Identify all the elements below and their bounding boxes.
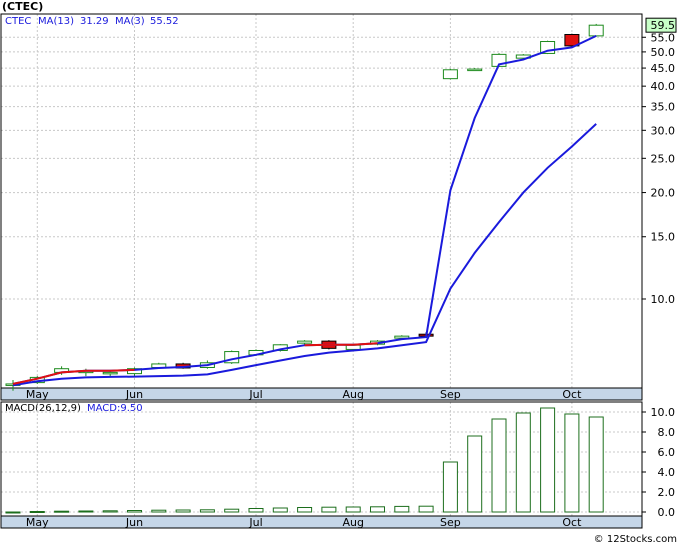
macd-month-label: May <box>26 516 49 529</box>
macd-bar <box>175 509 191 513</box>
price-grid <box>1 14 642 388</box>
price-tick-label: 35.0 <box>651 101 676 114</box>
macd-bar <box>442 461 458 513</box>
macd-bar <box>540 407 556 513</box>
chart-svg: (CTEC) CTEC MA(13) 31.29 MA(3) 55.52 May… <box>0 0 677 545</box>
price-tick-label: 45.0 <box>651 62 676 75</box>
macd-bar <box>321 506 337 513</box>
price-tick-label: 15.0 <box>651 231 676 244</box>
macd-bar <box>29 511 45 513</box>
source-credit: © 12Stocks.com <box>594 534 677 545</box>
price-month-label: Sep <box>440 388 461 401</box>
macd-tick-label: 0.0 <box>658 506 676 519</box>
macd-bar <box>272 507 288 513</box>
price-tick-label: 55.0 <box>651 31 676 44</box>
macd-bar <box>248 508 264 513</box>
up-candle <box>442 69 458 80</box>
ticker-title: (CTEC) <box>2 0 43 13</box>
macd-bar <box>394 505 410 513</box>
macd-bar <box>345 506 361 513</box>
macd-bar <box>491 418 507 513</box>
macd-tick-label: 6.0 <box>658 446 676 459</box>
macd-bars <box>5 407 604 514</box>
macd-month-label: Jun <box>125 516 143 529</box>
macd-bar <box>127 510 142 513</box>
last-price-label: 59.5 <box>651 19 676 32</box>
price-month-label: Jun <box>125 388 143 401</box>
last-price-marker: 59.5 <box>645 17 677 33</box>
price-month-label: Aug <box>342 388 363 401</box>
price-month-label: May <box>26 388 49 401</box>
ma3-red-segment <box>304 342 378 347</box>
up-candle <box>102 371 118 375</box>
macd-bar <box>418 505 434 513</box>
macd-tick-label: 8.0 <box>658 426 676 439</box>
price-tick-label: 10.0 <box>651 293 676 306</box>
up-candle <box>467 68 483 72</box>
up-candle <box>297 340 313 344</box>
macd-bar <box>151 509 167 513</box>
price-month-label: Oct <box>562 388 582 401</box>
macd-y-axis: 0.0 2.0 4.0 6.0 8.0 10.0 <box>642 406 675 519</box>
ma13-value: 31.29 <box>80 16 109 27</box>
ma3-value: 55.52 <box>150 16 179 27</box>
candles <box>5 23 604 391</box>
macd-bar <box>515 412 531 513</box>
macd-bar <box>564 413 580 513</box>
stock-chart: (CTEC) CTEC MA(13) 31.29 MA(3) 55.52 May… <box>0 0 680 546</box>
up-candle <box>588 24 604 37</box>
macd-tick-label: 4.0 <box>658 466 676 479</box>
moving-averages <box>12 34 597 387</box>
macd-bar <box>467 435 483 513</box>
price-tick-label: 20.0 <box>651 187 676 200</box>
macd-month-label: Sep <box>440 516 461 529</box>
macd-bar <box>588 416 604 513</box>
macd-bar <box>54 510 70 513</box>
macd-bar <box>224 508 240 513</box>
macd-bar <box>102 510 118 513</box>
macd-bar <box>297 507 313 513</box>
macd-month-label: Jul <box>248 516 262 529</box>
price-tick-label: 30.0 <box>651 124 676 137</box>
macd-tick-label: 2.0 <box>658 486 676 499</box>
up-candle <box>345 344 361 350</box>
macd-bar <box>199 509 215 513</box>
macd-bar <box>370 506 385 513</box>
price-tick-label: 25.0 <box>651 152 676 165</box>
ma3-label: MA(3) <box>115 16 145 27</box>
price-y-axis: 10.0 15.0 20.0 25.0 30.0 35.0 40.0 45.0 50.0 55.0 <box>642 31 675 306</box>
macd-month-label: Oct <box>562 516 582 529</box>
macd-bar <box>5 511 21 514</box>
macd-bar <box>78 510 94 513</box>
price-tick-label: 50.0 <box>651 46 676 59</box>
price-panel-frame <box>0 13 643 389</box>
macd-month-label: Aug <box>342 516 363 529</box>
price-tick-label: 40.0 <box>651 80 676 93</box>
ma13-label: MA(13) <box>38 16 74 27</box>
price-month-label: Jul <box>248 388 262 401</box>
macd-date-band <box>0 515 643 529</box>
macd-tick-label: 10.0 <box>651 406 676 419</box>
price-symbol-label: CTEC <box>5 16 31 27</box>
price-date-band <box>0 387 643 401</box>
